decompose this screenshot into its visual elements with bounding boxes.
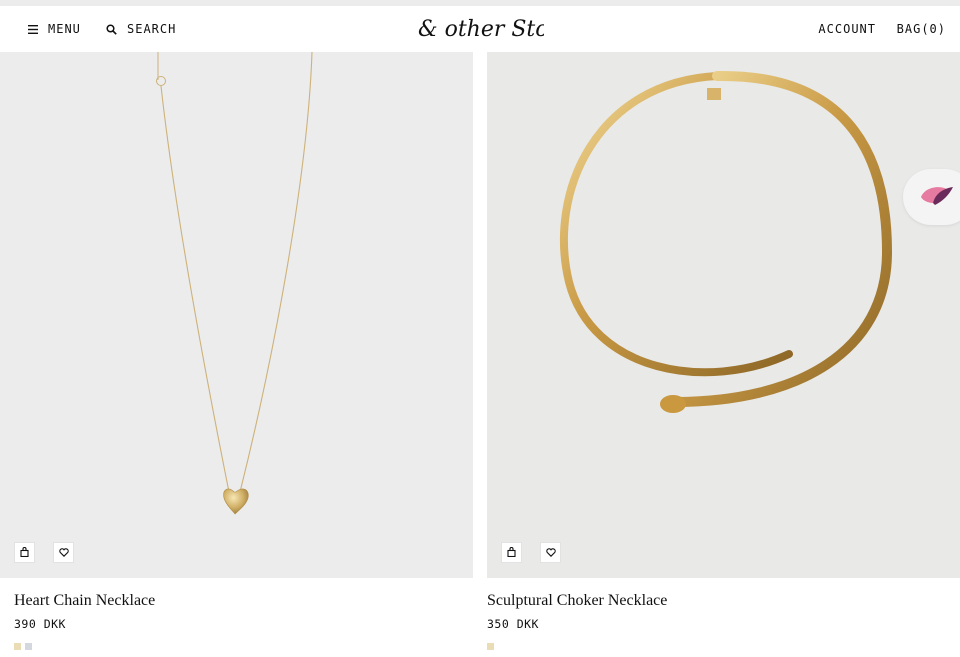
site-header: MENU SEARCH & other Stories ACCOUNT BAG(… — [0, 6, 960, 52]
wishlist-button[interactable] — [53, 542, 74, 563]
color-swatch-gold[interactable] — [487, 643, 494, 650]
product-price: 390 DKK — [14, 617, 66, 631]
chat-widget-button[interactable] — [903, 169, 960, 225]
bag-label: BAG(0) — [896, 22, 946, 36]
menu-button[interactable]: MENU — [28, 6, 81, 52]
hamburger-icon — [28, 24, 38, 34]
shopping-bag-icon — [20, 544, 29, 562]
color-swatch-gold[interactable] — [14, 643, 21, 650]
account-label: ACCOUNT — [818, 22, 876, 36]
quick-add-button[interactable] — [501, 542, 522, 563]
heart-icon — [58, 544, 69, 562]
account-link[interactable]: ACCOUNT — [818, 6, 876, 52]
logo-text: & other Stories — [418, 17, 544, 42]
shopping-bag-icon — [507, 544, 516, 562]
sculptural-choker-necklace-image — [559, 70, 893, 413]
bag-link[interactable]: BAG(0) — [897, 6, 946, 52]
menu-label: MENU — [48, 22, 81, 36]
product-name[interactable]: Sculptural Choker Necklace — [487, 592, 667, 610]
product-price: 350 DKK — [487, 617, 539, 631]
quick-add-button[interactable] — [14, 542, 35, 563]
product-card-image-sculptural-choker[interactable] — [487, 52, 960, 578]
product-name[interactable]: Heart Chain Necklace — [14, 592, 155, 610]
product-card-image-heart-chain[interactable] — [0, 52, 473, 578]
wishlist-button[interactable] — [540, 542, 561, 563]
search-button[interactable]: SEARCH — [106, 6, 176, 52]
brand-logo[interactable]: & other Stories — [418, 14, 590, 44]
heart-icon — [545, 544, 556, 562]
color-swatch-silver[interactable] — [25, 643, 32, 650]
search-icon — [106, 23, 117, 35]
search-label: SEARCH — [127, 22, 177, 36]
chat-widget-icon — [921, 187, 953, 205]
heart-chain-necklace-image — [156, 52, 313, 515]
